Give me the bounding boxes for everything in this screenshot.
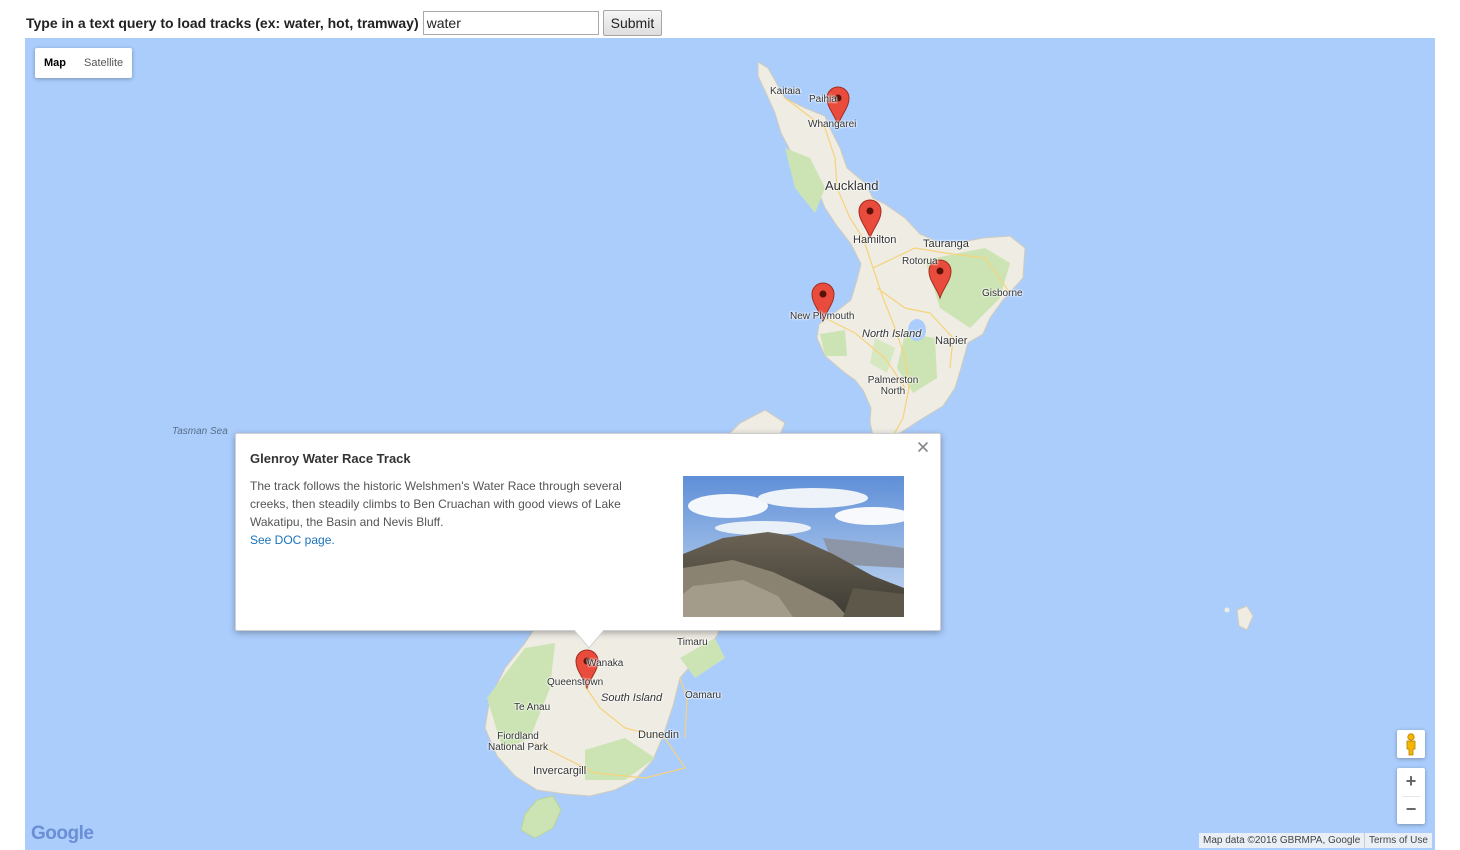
map-label-tauranga: Tauranga bbox=[923, 238, 969, 250]
zoom-out-icon[interactable]: − bbox=[1397, 796, 1425, 824]
map-label-wanaka: Wanaka bbox=[587, 658, 624, 669]
map-label-gisborne: Gisborne bbox=[982, 288, 1023, 299]
chatham-islands-land bbox=[1236, 605, 1254, 631]
map-label-napier: Napier bbox=[935, 335, 968, 347]
info-window-description: The track follows the historic Welshmen'… bbox=[250, 479, 622, 529]
zoom-in-icon[interactable]: + bbox=[1397, 768, 1425, 796]
map-label-palmerston-north: Palmerston North bbox=[867, 375, 919, 397]
map-label-timaru: Timaru bbox=[677, 637, 708, 648]
map-label-whangarei: Whangarei bbox=[808, 119, 857, 130]
google-logo-text: Google bbox=[31, 823, 94, 844]
doc-page-link[interactable]: See DOC page. bbox=[250, 531, 660, 549]
map-label-tasman-sea: Tasman Sea bbox=[172, 426, 228, 437]
query-label: Type in a text query to load tracks (ex:… bbox=[26, 15, 419, 31]
pegman-icon[interactable] bbox=[1397, 730, 1425, 758]
query-bar: Type in a text query to load tracks (ex:… bbox=[26, 10, 663, 36]
query-input[interactable] bbox=[422, 11, 599, 35]
submit-button[interactable]: Submit bbox=[602, 10, 663, 36]
map-label-south-island: South Island bbox=[601, 692, 663, 704]
map-label-kaitaia: Kaitaia bbox=[770, 86, 801, 97]
map-label-dunedin: Dunedin bbox=[638, 729, 679, 741]
map-label-hamilton: Hamilton bbox=[853, 234, 897, 246]
track-photo bbox=[683, 476, 904, 617]
info-window: Glenroy Water Race Track The track follo… bbox=[235, 433, 941, 649]
map-type-control: Map Satellite bbox=[35, 48, 133, 78]
map-label-auckland: Auckland bbox=[825, 178, 879, 193]
map-label-queenstown: Queenstown bbox=[547, 677, 604, 688]
map[interactable]: Kaitaia Paihia Whangarei Auckland Hamilt… bbox=[25, 38, 1435, 850]
map-type-map-button[interactable]: Map bbox=[35, 48, 75, 78]
close-icon[interactable] bbox=[916, 440, 930, 454]
map-label-te-anau: Te Anau bbox=[514, 702, 551, 713]
terms-of-use-link[interactable]: Terms of Use bbox=[1364, 833, 1432, 848]
zoom-divider bbox=[1402, 796, 1420, 797]
map-label-oamaru: Oamaru bbox=[685, 690, 722, 701]
stewart-island-land bbox=[520, 795, 562, 839]
chatham-islet bbox=[1224, 607, 1230, 613]
map-label-invercargill: Invercargill bbox=[533, 765, 587, 777]
map-attribution: Map data ©2016 GBRMPA, Google bbox=[1199, 833, 1365, 848]
map-type-satellite-button[interactable]: Satellite bbox=[75, 48, 132, 78]
map-label-fiordland: Fiordland National Park bbox=[487, 731, 549, 753]
zoom-control: + − bbox=[1397, 768, 1425, 824]
info-window-tail bbox=[574, 630, 604, 649]
map-label-north-island: North Island bbox=[862, 328, 922, 340]
google-logo[interactable]: Google bbox=[31, 823, 94, 845]
info-window-body: The track follows the historic Welshmen'… bbox=[250, 477, 660, 549]
info-window-title: Glenroy Water Race Track bbox=[250, 451, 411, 466]
map-label-rotorua: Rotorua bbox=[902, 256, 938, 267]
map-label-paihia: Paihia bbox=[809, 94, 837, 105]
map-label-new-plymouth: New Plymouth bbox=[790, 311, 855, 322]
